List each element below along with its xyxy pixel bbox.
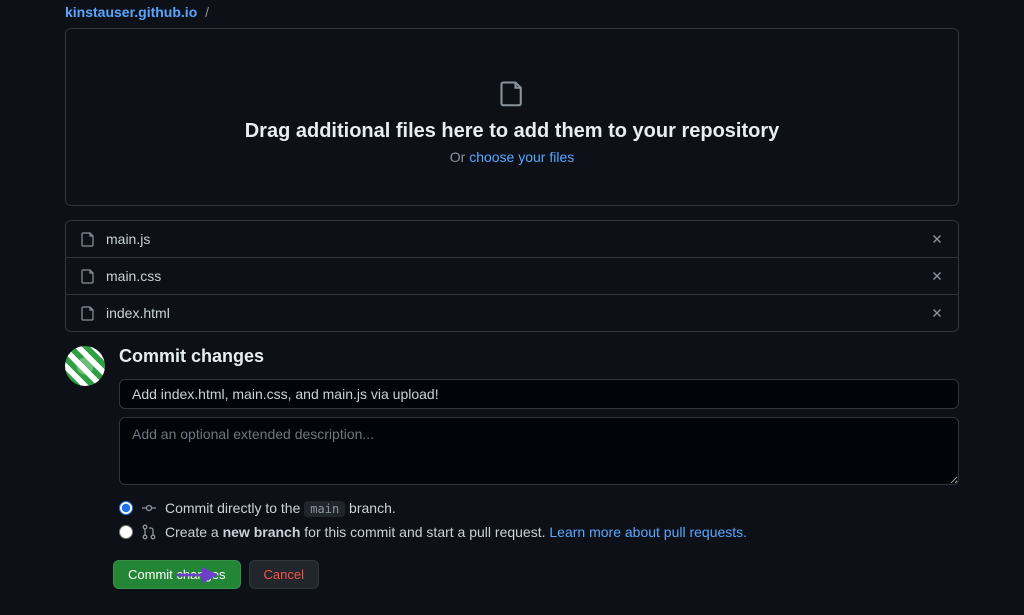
file-name: main.js bbox=[106, 231, 930, 247]
branch-code: main bbox=[304, 501, 345, 517]
avatar bbox=[65, 346, 105, 386]
learn-more-link[interactable]: Learn more about pull requests. bbox=[549, 524, 747, 540]
remove-file-icon[interactable] bbox=[930, 269, 944, 283]
file-icon bbox=[80, 231, 96, 247]
file-name: index.html bbox=[106, 305, 930, 321]
breadcrumb-separator: / bbox=[205, 4, 209, 20]
commit-message-input[interactable] bbox=[119, 379, 959, 409]
repo-link[interactable]: kinstauser.github.io bbox=[65, 4, 197, 20]
file-row: index.html bbox=[66, 295, 958, 331]
drop-zone-subtitle: Or choose your files bbox=[86, 149, 938, 165]
file-icon bbox=[80, 305, 96, 321]
breadcrumb: kinstauser.github.io / bbox=[65, 4, 959, 20]
commit-direct-option[interactable]: Commit directly to the main branch. bbox=[119, 500, 959, 516]
remove-file-icon[interactable] bbox=[930, 232, 944, 246]
annotation-arrow-icon bbox=[175, 565, 221, 585]
commit-direct-label: Commit directly to the main branch. bbox=[165, 500, 396, 516]
drop-zone-title: Drag additional files here to add them t… bbox=[86, 120, 938, 143]
file-name: main.css bbox=[106, 268, 930, 284]
choose-files-link[interactable]: choose your files bbox=[469, 149, 574, 165]
uploaded-files-list: main.js main.css index.html bbox=[65, 220, 959, 332]
remove-file-icon[interactable] bbox=[930, 306, 944, 320]
file-icon bbox=[80, 268, 96, 284]
cancel-button[interactable]: Cancel bbox=[249, 560, 319, 589]
file-drop-zone[interactable]: Drag additional files here to add them t… bbox=[65, 28, 959, 206]
git-commit-icon bbox=[141, 500, 157, 516]
radio-commit-direct[interactable] bbox=[119, 501, 133, 515]
file-row: main.css bbox=[66, 258, 958, 295]
commit-description-textarea[interactable] bbox=[119, 417, 959, 485]
radio-new-branch[interactable] bbox=[119, 525, 133, 539]
commit-new-branch-label: Create a new branch for this commit and … bbox=[165, 524, 747, 540]
file-icon bbox=[498, 79, 526, 107]
commit-new-branch-option[interactable]: Create a new branch for this commit and … bbox=[119, 524, 959, 540]
commit-heading: Commit changes bbox=[119, 346, 959, 367]
file-row: main.js bbox=[66, 221, 958, 258]
git-pull-request-icon bbox=[141, 524, 157, 540]
